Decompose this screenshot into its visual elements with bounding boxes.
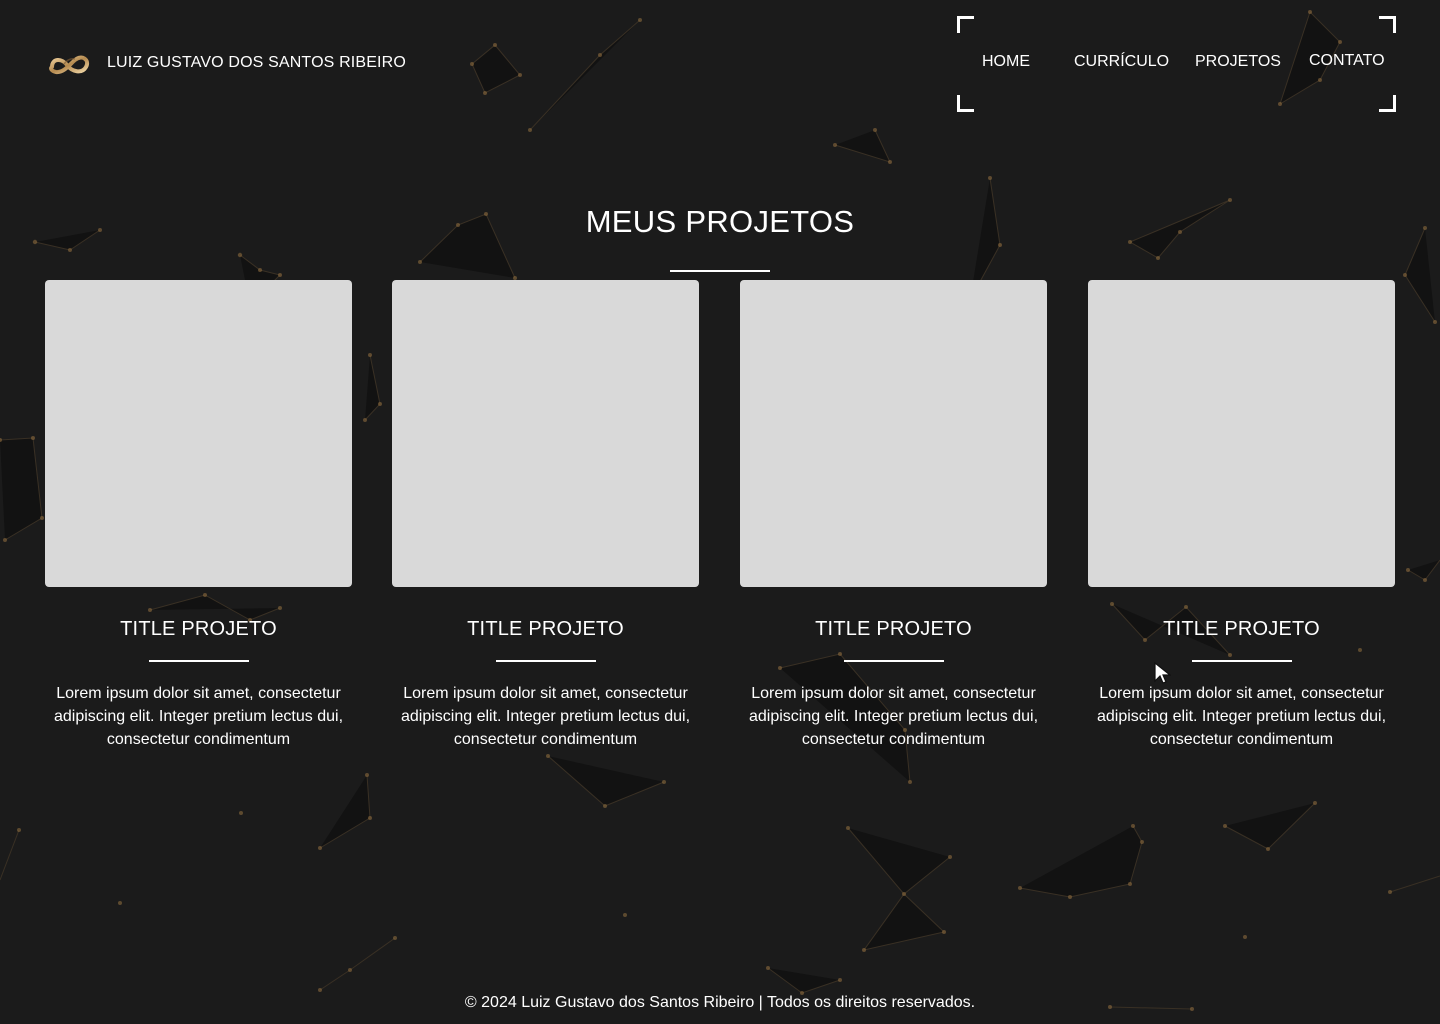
project-card[interactable]: TITLE PROJETO Lorem ipsum dolor sit amet…: [1088, 280, 1395, 750]
site-footer: © 2024 Luiz Gustavo dos Santos Ribeiro |…: [464, 994, 976, 1011]
project-image-placeholder[interactable]: [45, 280, 352, 587]
project-title: TITLE PROJETO: [467, 618, 624, 640]
project-card[interactable]: TITLE PROJETO Lorem ipsum dolor sit amet…: [45, 280, 352, 750]
project-card[interactable]: TITLE PROJETO Lorem ipsum dolor sit amet…: [740, 280, 1047, 750]
project-title-underline: [843, 660, 944, 662]
projects-heading: MEUS PROJETOS: [0, 183, 1440, 272]
frame-corner-top-left: [957, 16, 974, 33]
projects-grid: TITLE PROJETO Lorem ipsum dolor sit amet…: [45, 280, 1395, 760]
page-title: MEUS PROJETOS: [585, 203, 855, 239]
brand[interactable]: LUIZ GUSTAVO DOS SANTOS RIBEIRO: [47, 45, 406, 81]
project-title: TITLE PROJETO: [1163, 618, 1320, 640]
project-title: TITLE PROJETO: [120, 618, 277, 640]
project-title: TITLE PROJETO: [815, 618, 972, 640]
frame-corner-bottom-right: [1379, 95, 1396, 112]
title-underline: [670, 269, 770, 272]
project-image-placeholder[interactable]: [392, 280, 699, 587]
nav-projetos-link[interactable]: PROJETOS: [1195, 53, 1281, 71]
brand-name: LUIZ GUSTAVO DOS SANTOS RIBEIRO: [107, 54, 406, 71]
project-description: Lorem ipsum dolor sit amet, consectetur …: [748, 685, 1039, 748]
project-description: Lorem ipsum dolor sit amet, consectetur …: [400, 685, 691, 748]
nav-curriculo-link[interactable]: CURRÍCULO: [1074, 53, 1169, 71]
frame-corner-bottom-left: [957, 95, 974, 112]
project-title-underline: [148, 660, 249, 662]
project-description: Lorem ipsum dolor sit amet, consectetur …: [53, 685, 344, 748]
project-card[interactable]: TITLE PROJETO Lorem ipsum dolor sit amet…: [392, 280, 699, 750]
infinity-logo-icon: [49, 55, 89, 75]
project-title-underline: [1191, 660, 1292, 662]
site-header: LUIZ GUSTAVO DOS SANTOS RIBEIRO HOME CUR…: [0, 0, 1440, 130]
project-description: Lorem ipsum dolor sit amet, consectetur …: [1096, 685, 1387, 748]
portfolio-page: LUIZ GUSTAVO DOS SANTOS RIBEIRO HOME CUR…: [0, 0, 1440, 1024]
nav-home-link[interactable]: HOME: [982, 53, 1030, 71]
project-image-placeholder[interactable]: [740, 280, 1047, 587]
frame-corner-top-right: [1379, 16, 1396, 33]
project-title-underline: [495, 660, 596, 662]
nav-contato-link[interactable]: CONTATO: [1309, 52, 1385, 70]
main-navigation: HOME CURRÍCULO PROJETOS CONTATO: [957, 16, 1396, 112]
project-image-placeholder[interactable]: [1088, 280, 1395, 587]
